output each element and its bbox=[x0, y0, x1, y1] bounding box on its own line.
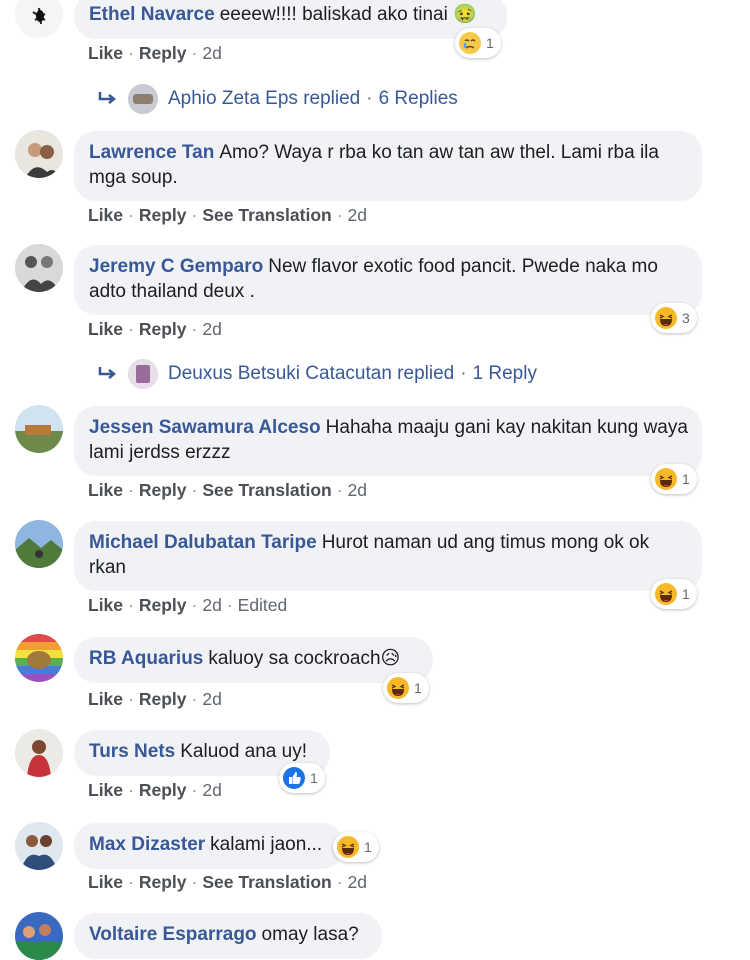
comment-text: omay lasa? bbox=[261, 924, 359, 945]
comment-time[interactable]: 2d bbox=[202, 780, 221, 800]
reaction-count: 1 bbox=[486, 35, 494, 51]
like-link[interactable]: Like bbox=[88, 595, 123, 615]
reply-arrow-icon bbox=[98, 367, 117, 379]
comment-author[interactable]: Jeremy C Gemparo bbox=[89, 256, 263, 277]
reaction-count: 1 bbox=[310, 770, 318, 786]
comment-actions: Like · Reply · 2d bbox=[88, 43, 222, 63]
comment-actions: Like · Reply · 2d bbox=[88, 319, 222, 339]
comment-time[interactable]: 2d bbox=[348, 480, 367, 500]
avatar[interactable] bbox=[15, 912, 63, 960]
haha-icon bbox=[654, 467, 678, 491]
comment-actions: Like · Reply · 2d bbox=[88, 780, 222, 800]
comment-text: kaluoy sa cockroach😥 bbox=[208, 648, 401, 669]
comment-text: Kaluod ana uy! bbox=[180, 741, 307, 762]
avatar[interactable] bbox=[15, 405, 63, 453]
like-icon bbox=[282, 766, 306, 790]
reply-link[interactable]: Reply bbox=[139, 205, 187, 225]
reaction-summary[interactable]: 3 bbox=[651, 303, 697, 333]
comment-time[interactable]: 2d bbox=[202, 689, 221, 709]
comment-bubble: Lawrence Tan Amo? Waya r rba ko tan aw ta… bbox=[74, 131, 702, 201]
reaction-summary[interactable]: 1 bbox=[383, 673, 429, 703]
reaction-count: 1 bbox=[414, 680, 422, 696]
reply-link[interactable]: Reply bbox=[139, 780, 187, 800]
avatar[interactable] bbox=[15, 634, 63, 682]
reaction-count: 3 bbox=[682, 310, 690, 326]
like-link[interactable]: Like bbox=[88, 872, 123, 892]
comment-actions: Like · Reply · See Translation · 2d bbox=[88, 480, 367, 500]
haha-icon bbox=[336, 835, 360, 859]
comment-author[interactable]: Max Dizaster bbox=[89, 834, 205, 855]
reply-link[interactable]: Reply bbox=[139, 872, 187, 892]
comment-text: kalami jaon... bbox=[210, 834, 323, 855]
comment-author[interactable]: Lawrence Tan bbox=[89, 142, 214, 163]
reaction-count: 1 bbox=[682, 471, 690, 487]
comment-author[interactable]: Turs Nets bbox=[89, 741, 175, 762]
avatar[interactable] bbox=[15, 0, 63, 38]
reaction-count: 1 bbox=[682, 586, 690, 602]
see-translation-link[interactable]: See Translation bbox=[202, 480, 331, 500]
comment-bubble: RB Aquarius kaluoy sa cockroach😥 bbox=[74, 637, 433, 683]
comment-author[interactable]: Jessen Sawamura Alceso bbox=[89, 417, 321, 438]
comment-bubble: Ethel Navarce eeeew!!!! baliskad ako tina… bbox=[74, 0, 507, 39]
like-link[interactable]: Like bbox=[88, 780, 123, 800]
reaction-summary[interactable]: 1 bbox=[651, 464, 697, 494]
comment-time[interactable]: 2d bbox=[202, 319, 221, 339]
like-link[interactable]: Like bbox=[88, 319, 123, 339]
like-link[interactable]: Like bbox=[88, 480, 123, 500]
haha-icon bbox=[386, 676, 410, 700]
reaction-summary[interactable]: 1 bbox=[333, 832, 379, 862]
comment-bubble: Max Dizaster kalami jaon... bbox=[74, 823, 344, 869]
like-link[interactable]: Like bbox=[88, 205, 123, 225]
like-link[interactable]: Like bbox=[88, 689, 123, 709]
comment-bubble: Jeremy C Gemparo New flavor exotic food p… bbox=[74, 245, 702, 315]
crying-face-icon bbox=[458, 31, 482, 55]
edited-label[interactable]: Edited bbox=[238, 595, 288, 615]
reaction-count: 1 bbox=[364, 839, 372, 855]
replier-name: Aphio Zeta Eps replied bbox=[168, 88, 361, 109]
reaction-summary[interactable]: 1 bbox=[651, 579, 697, 609]
comment-actions: Like · Reply · See Translation · 2d bbox=[88, 872, 367, 892]
comment-author[interactable]: Michael Dalubatan Taripe bbox=[89, 532, 317, 553]
comment-time[interactable]: 2d bbox=[202, 595, 221, 615]
comment-author[interactable]: Voltaire Esparrago bbox=[89, 924, 257, 945]
replies-count: 6 Replies bbox=[378, 88, 458, 109]
avatar[interactable] bbox=[15, 729, 63, 777]
comment-actions: Like · Reply · 2d · Edited bbox=[88, 595, 288, 615]
comment-author[interactable]: Ethel Navarce bbox=[89, 4, 215, 25]
reply-link[interactable]: Reply bbox=[139, 319, 187, 339]
avatar[interactable] bbox=[15, 822, 63, 870]
comment-bubble: Jessen Sawamura Alceso Hahaha maaju gani … bbox=[74, 406, 702, 476]
reply-arrow-icon bbox=[98, 92, 117, 104]
haha-icon bbox=[654, 306, 678, 330]
see-translation-link[interactable]: See Translation bbox=[202, 872, 331, 892]
replies-count: 1 Reply bbox=[472, 363, 537, 384]
replier-name: Deuxus Betsuki Catacutan replied bbox=[168, 363, 455, 384]
comment-bubble: Voltaire Esparrago omay lasa? bbox=[74, 913, 382, 959]
like-link[interactable]: Like bbox=[88, 43, 123, 63]
reaction-summary[interactable]: 1 bbox=[455, 28, 501, 58]
comment-time[interactable]: 2d bbox=[348, 872, 367, 892]
comment-actions: Like · Reply · See Translation · 2d bbox=[88, 205, 367, 225]
replier-avatar bbox=[128, 84, 158, 114]
avatar[interactable] bbox=[15, 130, 63, 178]
reply-link[interactable]: Reply bbox=[139, 595, 187, 615]
avatar[interactable] bbox=[15, 520, 63, 568]
comment-author[interactable]: RB Aquarius bbox=[89, 648, 203, 669]
haha-icon bbox=[654, 582, 678, 606]
reply-link[interactable]: Reply bbox=[139, 480, 187, 500]
avatar[interactable] bbox=[15, 244, 63, 292]
view-replies[interactable]: Deuxus Betsuki Catacutan replied · 1 Reply bbox=[96, 359, 537, 389]
replier-avatar bbox=[128, 359, 158, 389]
view-replies[interactable]: Aphio Zeta Eps replied · 6 Replies bbox=[96, 84, 458, 114]
see-translation-link[interactable]: See Translation bbox=[202, 205, 331, 225]
reply-link[interactable]: Reply bbox=[139, 43, 187, 63]
reaction-summary[interactable]: 1 bbox=[279, 763, 325, 793]
comment-time[interactable]: 2d bbox=[348, 205, 367, 225]
comment-text: eeeew!!!! baliskad ako tinai 🤢 bbox=[219, 4, 477, 25]
comment-bubble: Michael Dalubatan Taripe Hurot naman ud a… bbox=[74, 521, 702, 591]
reply-link[interactable]: Reply bbox=[139, 689, 187, 709]
comment-time[interactable]: 2d bbox=[202, 43, 221, 63]
comment-actions: Like · Reply · 2d bbox=[88, 689, 222, 709]
